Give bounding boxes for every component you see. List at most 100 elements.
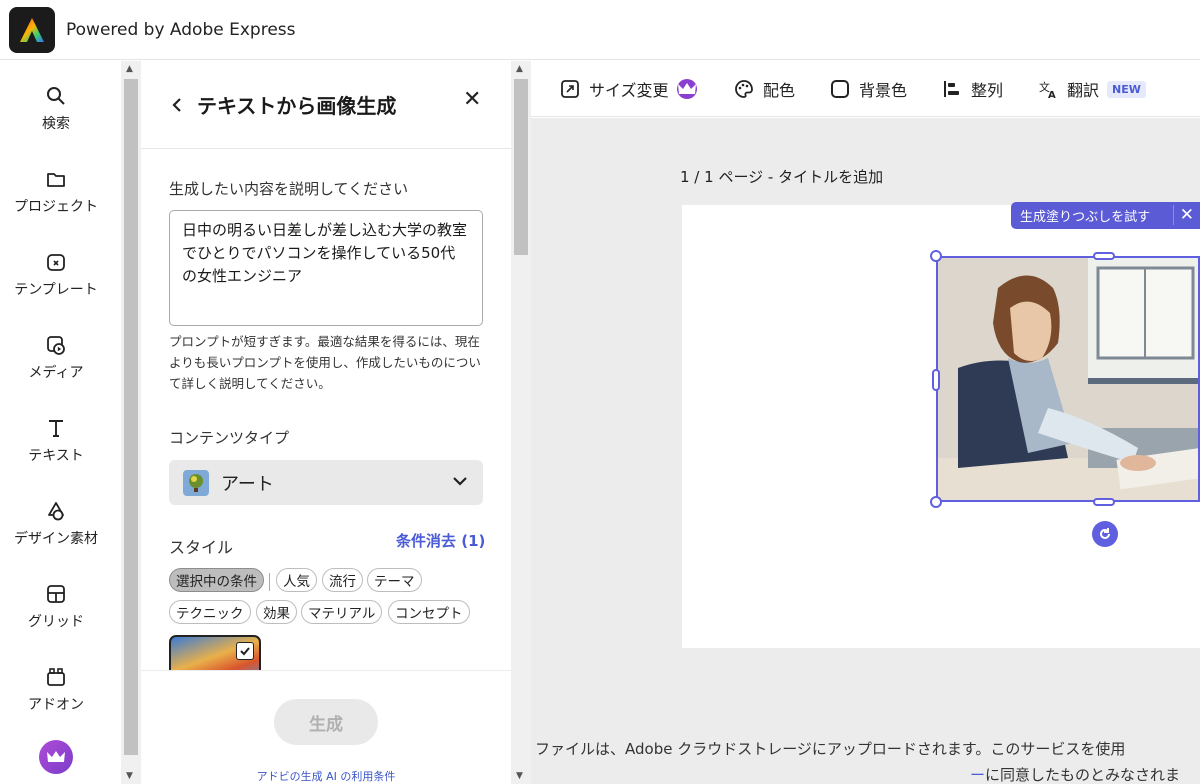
nav-item-text[interactable]: テキスト <box>0 417 112 465</box>
clear-filters-link[interactable]: 条件消去 (1) <box>396 530 485 551</box>
prompt-label: 生成したい内容を説明してください <box>169 180 409 198</box>
translate-button[interactable]: 文A 翻訳 NEW <box>1037 77 1146 101</box>
resize-icon <box>561 80 579 98</box>
template-icon <box>47 254 65 271</box>
resize-handle-top-left[interactable] <box>930 250 942 262</box>
premium-crown-icon <box>676 79 697 99</box>
nav-label: グリッド <box>28 614 84 630</box>
addon-icon <box>47 668 65 686</box>
upload-notice-continued: ーに同意したものとみなされま <box>970 764 1180 784</box>
svg-text:A: A <box>1048 90 1056 100</box>
media-icon <box>47 336 65 355</box>
close-icon[interactable]: ✕ <box>463 87 481 112</box>
premium-crown-button[interactable] <box>39 740 73 774</box>
back-chevron-icon[interactable] <box>171 97 183 113</box>
nav-item-search[interactable]: 検索 <box>0 85 112 133</box>
background-color-button[interactable]: 背景色 <box>829 77 907 101</box>
chip-divider <box>269 573 270 591</box>
nav-label: メディア <box>28 365 84 381</box>
align-icon <box>944 81 959 97</box>
canvas-area[interactable]: 1 / 1 ページ - タイトルを追加 生成塗りつぶしを試す ✕ ファイルは、A… <box>531 118 1200 784</box>
resize-handle-left[interactable] <box>932 369 940 391</box>
upload-notice-tail: に同意したものとみなされま <box>985 766 1181 784</box>
chip-selected-filters[interactable]: 選択中の条件 <box>169 568 264 592</box>
content-type-value: アート <box>221 473 274 495</box>
nav-item-projects[interactable]: プロジェクト <box>0 168 112 216</box>
nav-label: アドオン <box>28 697 84 713</box>
left-nav: 検索 プロジェクト テンプレート メディア テキスト デザイン素材 グリッド ア… <box>0 61 121 784</box>
rotate-handle[interactable] <box>1092 521 1118 547</box>
color-scheme-button[interactable]: 配色 <box>733 77 795 101</box>
prompt-hint: プロンプトが短すぎます。最適な結果を得るには、現在よりも長いプロンプトを使用し、… <box>169 334 481 391</box>
background-label: 背景色 <box>859 81 908 100</box>
translate-icon: 文A <box>1039 80 1056 100</box>
nav-label: 検索 <box>42 116 70 132</box>
grid-icon <box>47 585 65 603</box>
nav-item-grid[interactable]: グリッド <box>0 583 112 631</box>
page-title-label[interactable]: 1 / 1 ページ - タイトルを追加 <box>680 166 883 187</box>
nav-item-design-elements[interactable]: デザイン素材 <box>0 500 112 548</box>
chip-effect[interactable]: 効果 <box>256 600 297 624</box>
scroll-up-icon[interactable]: ▲ <box>516 64 523 74</box>
panel-scrollbar[interactable]: ▲ ▼ <box>511 61 531 784</box>
rotate-icon <box>1100 528 1110 539</box>
prompt-textarea[interactable]: 日中の明るい日差しが差し込む大学の教室でひとりでパソコンを操作している50代の女… <box>169 210 483 326</box>
panel-title: テキストから画像生成 <box>197 94 397 118</box>
resize-button[interactable]: サイズ変更 <box>559 77 697 101</box>
woman-at-computer-illustration <box>938 258 1198 500</box>
generate-button[interactable]: 生成 <box>274 699 378 745</box>
checkmark-icon <box>236 642 254 660</box>
crown-icon <box>47 751 65 762</box>
panel-footer: 生成 アドビの生成 AI の利用条件 <box>141 670 511 784</box>
close-icon[interactable]: ✕ <box>1172 205 1194 225</box>
chip-theme[interactable]: テーマ <box>367 568 422 592</box>
generative-fill-label: 生成塗りつぶしを試す <box>1020 210 1151 225</box>
terms-inline-link[interactable]: ー <box>970 766 985 784</box>
panel-header: テキストから画像生成 ✕ <box>141 61 511 149</box>
scroll-down-icon[interactable]: ▼ <box>516 771 523 781</box>
chevron-down-icon <box>453 477 467 486</box>
align-label: 整列 <box>971 81 1004 100</box>
terms-link[interactable]: アドビの生成 AI の利用条件 <box>141 768 511 784</box>
adobe-express-logo-icon[interactable] <box>9 6 55 53</box>
nav-label: プロジェクト <box>14 199 98 215</box>
resize-handle-bottom-left[interactable] <box>930 496 942 508</box>
left-nav-scrollbar[interactable]: ▲ ▼ <box>121 61 141 784</box>
generated-image[interactable] <box>936 256 1200 502</box>
style-label: スタイル <box>169 538 234 557</box>
content-type-label: コンテンツタイプ <box>169 429 290 447</box>
new-badge: NEW <box>1107 80 1146 98</box>
nav-item-addons[interactable]: アドオン <box>0 666 112 714</box>
folder-icon <box>47 173 65 187</box>
scroll-up-icon[interactable]: ▲ <box>126 64 133 74</box>
scroll-down-icon[interactable]: ▼ <box>126 771 133 781</box>
scrollbar-thumb[interactable] <box>514 79 528 255</box>
nav-item-templates[interactable]: テンプレート <box>0 251 112 299</box>
chip-popular[interactable]: 人気 <box>276 568 317 592</box>
chip-concept[interactable]: コンセプト <box>388 600 470 624</box>
chip-technique[interactable]: テクニック <box>169 600 251 624</box>
nav-label: デザイン素材 <box>14 531 98 547</box>
resize-label: サイズ変更 <box>589 81 669 100</box>
nav-item-media[interactable]: メディア <box>0 334 112 382</box>
align-button[interactable]: 整列 <box>941 77 1003 101</box>
text-to-image-panel: テキストから画像生成 ✕ 生成したい内容を説明してください 日中の明るい日差しが… <box>141 61 511 784</box>
resize-handle-top[interactable] <box>1093 252 1115 260</box>
scrollbar-thumb[interactable] <box>124 79 138 755</box>
resize-handle-bottom[interactable] <box>1093 498 1115 506</box>
text-icon <box>49 420 63 437</box>
content-type-select[interactable]: アート <box>169 460 483 505</box>
chip-trending[interactable]: 流行 <box>322 568 363 592</box>
nav-label: テンプレート <box>14 282 98 298</box>
color-label: 配色 <box>763 81 796 100</box>
canvas-toolbar: サイズ変更 配色 背景色 整列 文A 翻訳 NEW <box>531 61 1200 117</box>
shapes-icon <box>48 502 64 521</box>
nav-label: テキスト <box>28 448 84 464</box>
upload-notice: ファイルは、Adobe クラウドストレージにアップロードされます。このサービスを… <box>535 740 1126 758</box>
generative-fill-banner[interactable]: 生成塗りつぶしを試す ✕ <box>1011 202 1200 229</box>
palette-icon <box>735 80 753 98</box>
top-bar: Powered by Adobe Express <box>0 0 1200 60</box>
chip-material[interactable]: マテリアル <box>301 600 383 624</box>
art-balloon-icon <box>183 469 209 496</box>
search-icon <box>47 87 65 105</box>
